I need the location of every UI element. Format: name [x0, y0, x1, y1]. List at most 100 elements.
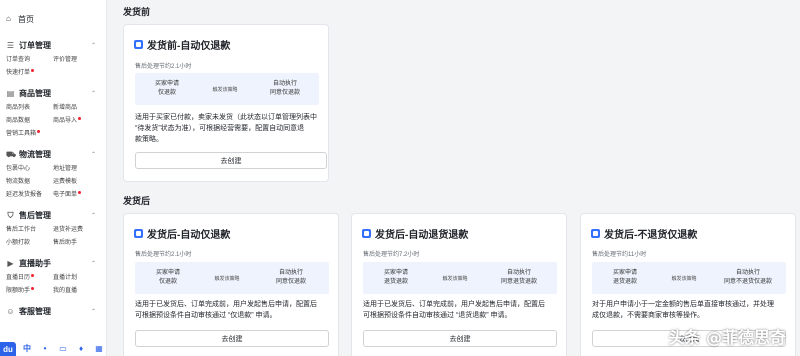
- sidebar-item-label: 评价管理: [53, 57, 78, 63]
- sidebar-section: ▤ 商品管理 ⌃ 商品列表 新增商品 商品数据 商品导入营销工具箱: [0, 85, 106, 139]
- sidebar-sub-items: 售后工作台 退货补运费 小额打款 售后助手: [0, 225, 106, 248]
- sidebar-sub-items: 商品列表 新增商品 商品数据 商品导入营销工具箱: [0, 103, 106, 139]
- card-title: 发货前-自动仅退款: [134, 37, 230, 52]
- sidebar-item[interactable]: 直播日历: [6, 273, 53, 283]
- sidebar-item[interactable]: 地址管理: [53, 164, 100, 174]
- product-icon: ▤: [6, 88, 15, 98]
- create-button[interactable]: 去创建: [135, 330, 329, 347]
- flow-step-execute: 自动执行 同意仅退款: [253, 269, 329, 287]
- chevron-up-icon[interactable]: ⌃: [91, 42, 96, 49]
- sidebar-item-home[interactable]: ⌂ 首页: [0, 8, 106, 30]
- sidebar-item[interactable]: 商品列表: [6, 103, 53, 113]
- flow-step-line: 自动执行: [506, 270, 531, 276]
- sidebar-section: ▶ 直播助手 ⌃ 直播日历 直播计划 限额助手 我的直播: [0, 255, 106, 296]
- flow-step-execute: 自动执行 同意仅退款: [251, 80, 319, 98]
- flow-step-line: 同意退货退款: [500, 279, 537, 285]
- sidebar-section-header[interactable]: ☰ 订单管理 ⌃: [0, 37, 106, 53]
- sidebar-item[interactable]: 售后助手: [53, 238, 100, 248]
- sidebar-item[interactable]: 商品数据: [6, 116, 53, 126]
- sidebar-item[interactable]: 订单查询: [6, 55, 53, 65]
- settings-icon[interactable]: •: [38, 343, 52, 355]
- flow-step-apply: 买家申请 仅退款: [135, 80, 199, 98]
- flow-step-apply: 买家申请 退货退款: [363, 269, 429, 287]
- sidebar-item[interactable]: 营销工具箱: [6, 129, 53, 139]
- flow-step-execute: 自动执行同意退货退款: [481, 269, 557, 287]
- sidebar-section-header[interactable]: ⛟ 物流管理 ⌃: [0, 146, 106, 162]
- sidebar-item-label: 地址管理: [53, 166, 78, 172]
- flow-step-line: 自动执行: [278, 270, 303, 276]
- chevron-up-icon[interactable]: ⌃: [91, 151, 96, 158]
- sidebar-item-label: 营销工具箱: [6, 131, 37, 137]
- sidebar-item[interactable]: 退货补运费: [53, 225, 100, 235]
- sidebar-item-label: 商品列表: [6, 105, 31, 111]
- sidebar-section: ☰ 订单管理 ⌃ 订单查询 评价管理快速打单: [0, 37, 106, 78]
- sidebar-item[interactable]: 小额打款: [6, 238, 53, 248]
- sidebar-section-header[interactable]: ▶ 直播助手 ⌃: [0, 255, 106, 271]
- flow-step-line: 同意仅退款: [269, 90, 300, 96]
- grid-icon[interactable]: ▦: [92, 343, 106, 355]
- desc-line: 适用于已发货后、订单完成前，用户发起售后申请，配置后: [135, 301, 317, 308]
- sidebar-item[interactable]: 商品导入: [53, 116, 100, 126]
- sidebar-item[interactable]: 包裹中心: [6, 164, 53, 174]
- sidebar-item-label: 运费模板: [53, 179, 78, 185]
- sidebar-item-label: 包裹中心: [6, 166, 31, 172]
- flow-step-line: 同意仅退款: [275, 279, 306, 285]
- strategy-icon: [134, 229, 143, 238]
- order-icon: ☰: [6, 40, 15, 50]
- create-button[interactable]: 去创建: [135, 152, 327, 169]
- flow-diagram: 买家申请 退货退款 触发该策略 自动执行 同意不退货仅退款: [592, 262, 786, 294]
- sidebar-item-label: 直播日历: [6, 275, 31, 281]
- chevron-up-icon[interactable]: ⌃: [91, 308, 96, 315]
- flow-step-line: 仅退款: [158, 279, 177, 285]
- flow-step-line: 退货退款: [383, 279, 408, 285]
- sidebar-section-header[interactable]: ☺ 客服管理 ⌃: [0, 303, 106, 319]
- truck-icon: ⛟: [6, 149, 17, 159]
- flow-diagram: 买家申请 仅退款 触发该策略 自动执行 同意仅退款: [135, 262, 329, 294]
- tablet-icon[interactable]: ▭: [56, 343, 70, 355]
- sidebar-item-label: 首页: [18, 14, 34, 24]
- card-subtitle: 售后处理节约7.2小时: [363, 252, 420, 258]
- chevron-up-icon[interactable]: ⌃: [91, 260, 96, 267]
- chevron-up-icon[interactable]: ⌃: [91, 212, 96, 219]
- sidebar-item[interactable]: 电子面单: [53, 190, 100, 200]
- language-icon[interactable]: 中: [20, 343, 34, 355]
- sidebar-item-label: 延迟发货报备: [6, 192, 43, 198]
- sidebar-item[interactable]: 售后工作台: [6, 225, 53, 235]
- sidebar-item[interactable]: 快速打单: [6, 68, 53, 78]
- flow-trigger: 触发该策略: [212, 86, 238, 93]
- desc-line: 款策略。: [135, 136, 163, 143]
- flow-step-apply: 买家申请 仅退款: [135, 269, 201, 287]
- sidebar-item[interactable]: 限额助手: [6, 286, 53, 296]
- sidebar-item[interactable]: 延迟发货报备: [6, 190, 53, 200]
- strategy-card-before-refund: 发货前-自动仅退款 售后处理节约2.1小时 买家申请 仅退款 触发该策略 自动执…: [123, 24, 329, 182]
- desc-line: 适用于买家已付款，卖家未发货（此状态以订单管理列表中: [135, 114, 317, 121]
- sidebar-item-label: 售后助手: [53, 240, 78, 246]
- sidebar-item[interactable]: 运费模板: [53, 177, 100, 187]
- flow-step-line: 同意不退货仅退款: [723, 279, 772, 285]
- create-button[interactable]: 去创建: [363, 330, 557, 347]
- flow-step-line: 买家申请: [155, 270, 180, 276]
- desc-line: 可根据预设条件自动审核通过 “退货退款” 申请。: [363, 312, 512, 319]
- sidebar-section-label: 售后管理: [19, 210, 51, 220]
- flow-step-line: 仅退款: [157, 90, 176, 96]
- card-description: 对于用户申请小于一定金额的售后单直接审核通过，并处理 成仅退款，不需要商家审核等操…: [592, 299, 792, 321]
- chevron-up-icon[interactable]: ⌃: [91, 90, 96, 97]
- shirt-icon[interactable]: ♦: [74, 343, 88, 355]
- new-badge-dot: [78, 117, 82, 120]
- sidebar-item-label: 快速打单: [6, 70, 31, 76]
- sidebar-item[interactable]: 直播计划: [53, 273, 100, 283]
- sidebar-item[interactable]: 物流数据: [6, 177, 53, 187]
- desc-line: 对于用户申请小于一定金额的售后单直接审核通过，并处理: [592, 301, 774, 308]
- card-title: 发货后-不退货仅退款: [591, 226, 697, 241]
- desc-line: 成仅退款，不需要商家审核等操作。: [592, 312, 704, 319]
- sidebar-item[interactable]: 我的直播: [53, 286, 100, 296]
- card-title-text: 发货后-自动仅退款: [147, 230, 231, 241]
- sidebar-section-header[interactable]: ▤ 商品管理 ⌃: [0, 85, 106, 101]
- strategy-icon: [134, 40, 143, 49]
- sidebar-sub-items: 订单查询 评价管理快速打单: [0, 55, 106, 78]
- sidebar-item[interactable]: 新增商品: [53, 103, 100, 113]
- card-description: 适用于已发货后、订单完成前，用户发起售后申请，配置后 可根据预设条件自动审核通过 …: [135, 299, 335, 321]
- flow-diagram: 买家申请 仅退款 触发该策略 自动执行 同意仅退款: [135, 73, 319, 105]
- sidebar-item[interactable]: 评价管理: [53, 55, 100, 65]
- sidebar-section-header[interactable]: ⛉ 售后管理 ⌃: [0, 207, 106, 223]
